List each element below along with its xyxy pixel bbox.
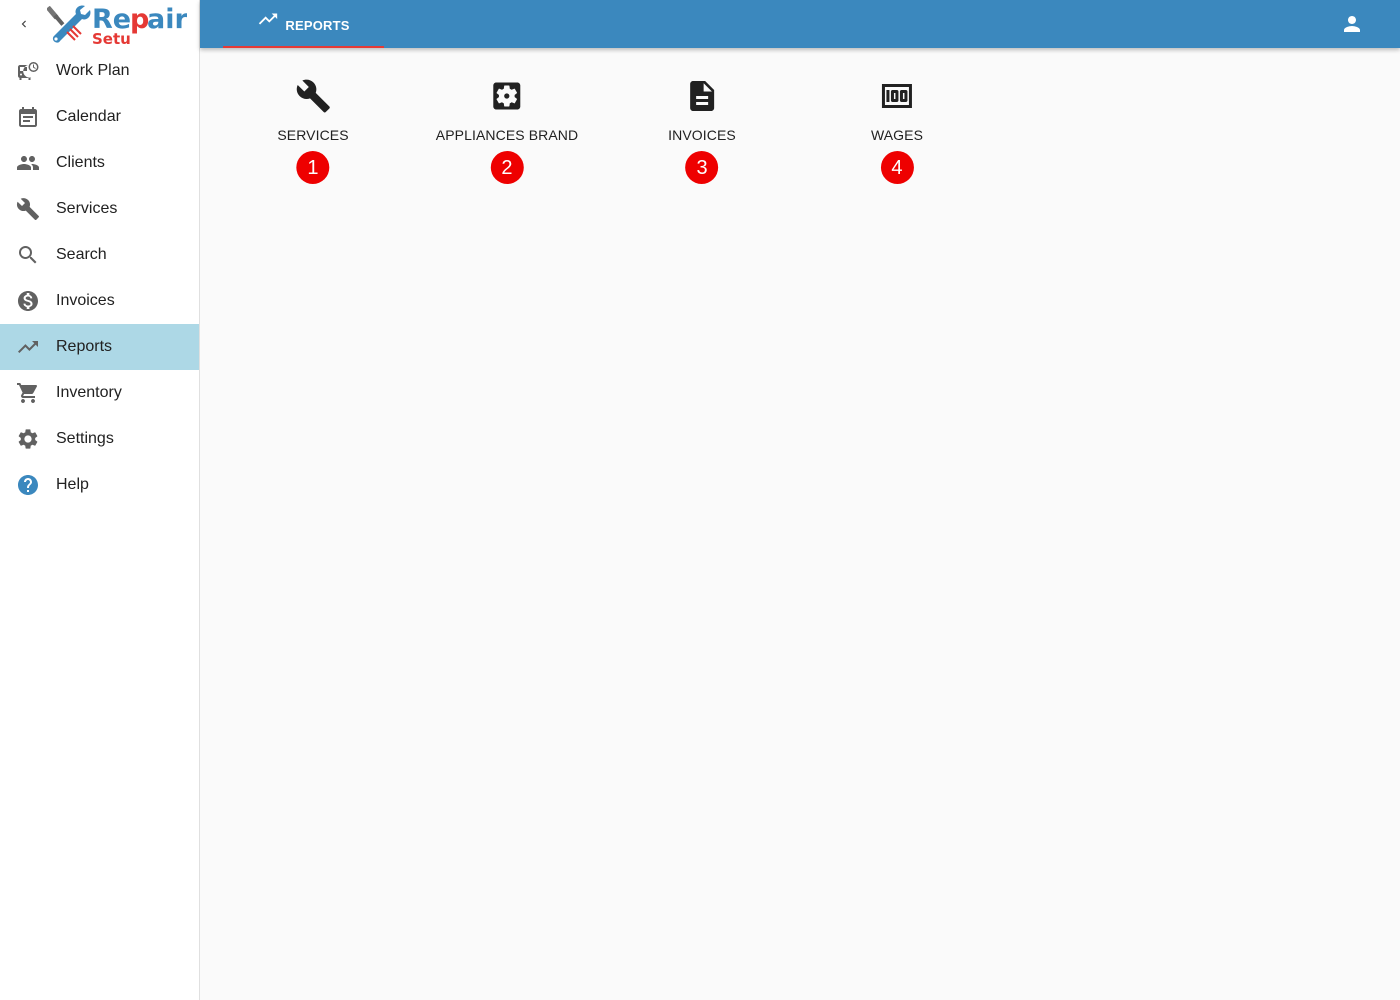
help-icon bbox=[16, 473, 40, 497]
sidebar-item-label: Clients bbox=[56, 154, 105, 171]
sidebar-item-inventory[interactable]: Inventory bbox=[0, 370, 199, 416]
wrench-icon bbox=[295, 78, 331, 119]
report-card-services[interactable]: SERVICES 1 bbox=[277, 78, 349, 184]
sidebar-item-settings[interactable]: Settings bbox=[0, 416, 199, 462]
sidebar-item-invoices[interactable]: Invoices bbox=[0, 278, 199, 324]
logo-text-secondary: Setu bbox=[92, 30, 131, 46]
wrench-icon bbox=[16, 197, 40, 221]
trending-up-icon bbox=[257, 13, 285, 35]
sidebar-nav: Work Plan Calendar Clients Services Sear… bbox=[0, 48, 199, 508]
dollar-icon bbox=[16, 289, 40, 313]
account-button[interactable] bbox=[1340, 12, 1364, 36]
sidebar-header: Re p air Setu bbox=[0, 0, 199, 48]
sidebar-item-label: Reports bbox=[56, 338, 113, 355]
active-tab-indicator bbox=[223, 46, 384, 48]
sidebar-item-label: Work Plan bbox=[56, 62, 130, 79]
account-icon bbox=[1344, 16, 1360, 32]
report-card-invoices[interactable]: INVOICES 3 bbox=[668, 78, 736, 184]
sidebar-item-label: Settings bbox=[56, 430, 114, 447]
tab-reports[interactable]: REPORTS bbox=[223, 0, 384, 48]
sidebar-item-label: Inventory bbox=[56, 384, 122, 401]
cart-icon bbox=[16, 381, 40, 405]
report-badge: 2 bbox=[490, 151, 524, 184]
report-card-label: SERVICES bbox=[277, 127, 349, 143]
trending-up-icon bbox=[16, 335, 40, 359]
sidebar-item-services[interactable]: Services bbox=[0, 186, 199, 232]
sidebar-item-label: Search bbox=[56, 246, 107, 263]
report-card-label: INVOICES bbox=[668, 127, 736, 143]
sidebar-item-clients[interactable]: Clients bbox=[0, 140, 199, 186]
report-card-appliances-brand[interactable]: APPLIANCES BRAND 2 bbox=[436, 78, 578, 184]
sidebar-item-work-plan[interactable]: Work Plan bbox=[0, 48, 199, 94]
sidebar-item-label: Services bbox=[56, 200, 118, 217]
work-plan-icon bbox=[16, 59, 40, 83]
document-icon bbox=[684, 78, 720, 119]
calendar-icon bbox=[16, 105, 40, 129]
report-badge: 4 bbox=[880, 151, 914, 184]
money-icon bbox=[879, 78, 915, 119]
gear-icon bbox=[16, 427, 40, 451]
app-logo[interactable]: Re p air Setu bbox=[46, 2, 188, 48]
clients-icon bbox=[16, 151, 40, 175]
sidebar-item-label: Invoices bbox=[56, 292, 115, 309]
report-badge: 3 bbox=[685, 151, 719, 184]
report-badge: 1 bbox=[296, 151, 330, 184]
sidebar-item-calendar[interactable]: Calendar bbox=[0, 94, 199, 140]
top-app-bar: REPORTS bbox=[200, 0, 1400, 48]
sidebar-item-label: Help bbox=[56, 476, 89, 493]
sidebar-item-search[interactable]: Search bbox=[0, 232, 199, 278]
sidebar: Re p air Setu Work Plan Calendar Clients bbox=[0, 0, 200, 1000]
screwdriver-icon bbox=[46, 6, 65, 26]
report-card-label: APPLIANCES BRAND bbox=[435, 127, 579, 143]
sidebar-item-reports[interactable]: Reports bbox=[0, 324, 199, 370]
tab-label: REPORTS bbox=[285, 17, 350, 33]
settings-box-icon bbox=[489, 78, 525, 119]
report-card-label: WAGES bbox=[870, 127, 924, 143]
logo-text-primary-end: air bbox=[147, 4, 187, 35]
sidebar-item-help[interactable]: Help bbox=[0, 462, 199, 508]
search-icon bbox=[16, 243, 40, 267]
report-card-wages[interactable]: WAGES 4 bbox=[871, 78, 923, 184]
chevron-left-icon bbox=[21, 20, 26, 28]
sidebar-item-label: Calendar bbox=[56, 108, 121, 125]
collapse-sidebar-button[interactable] bbox=[14, 14, 34, 34]
